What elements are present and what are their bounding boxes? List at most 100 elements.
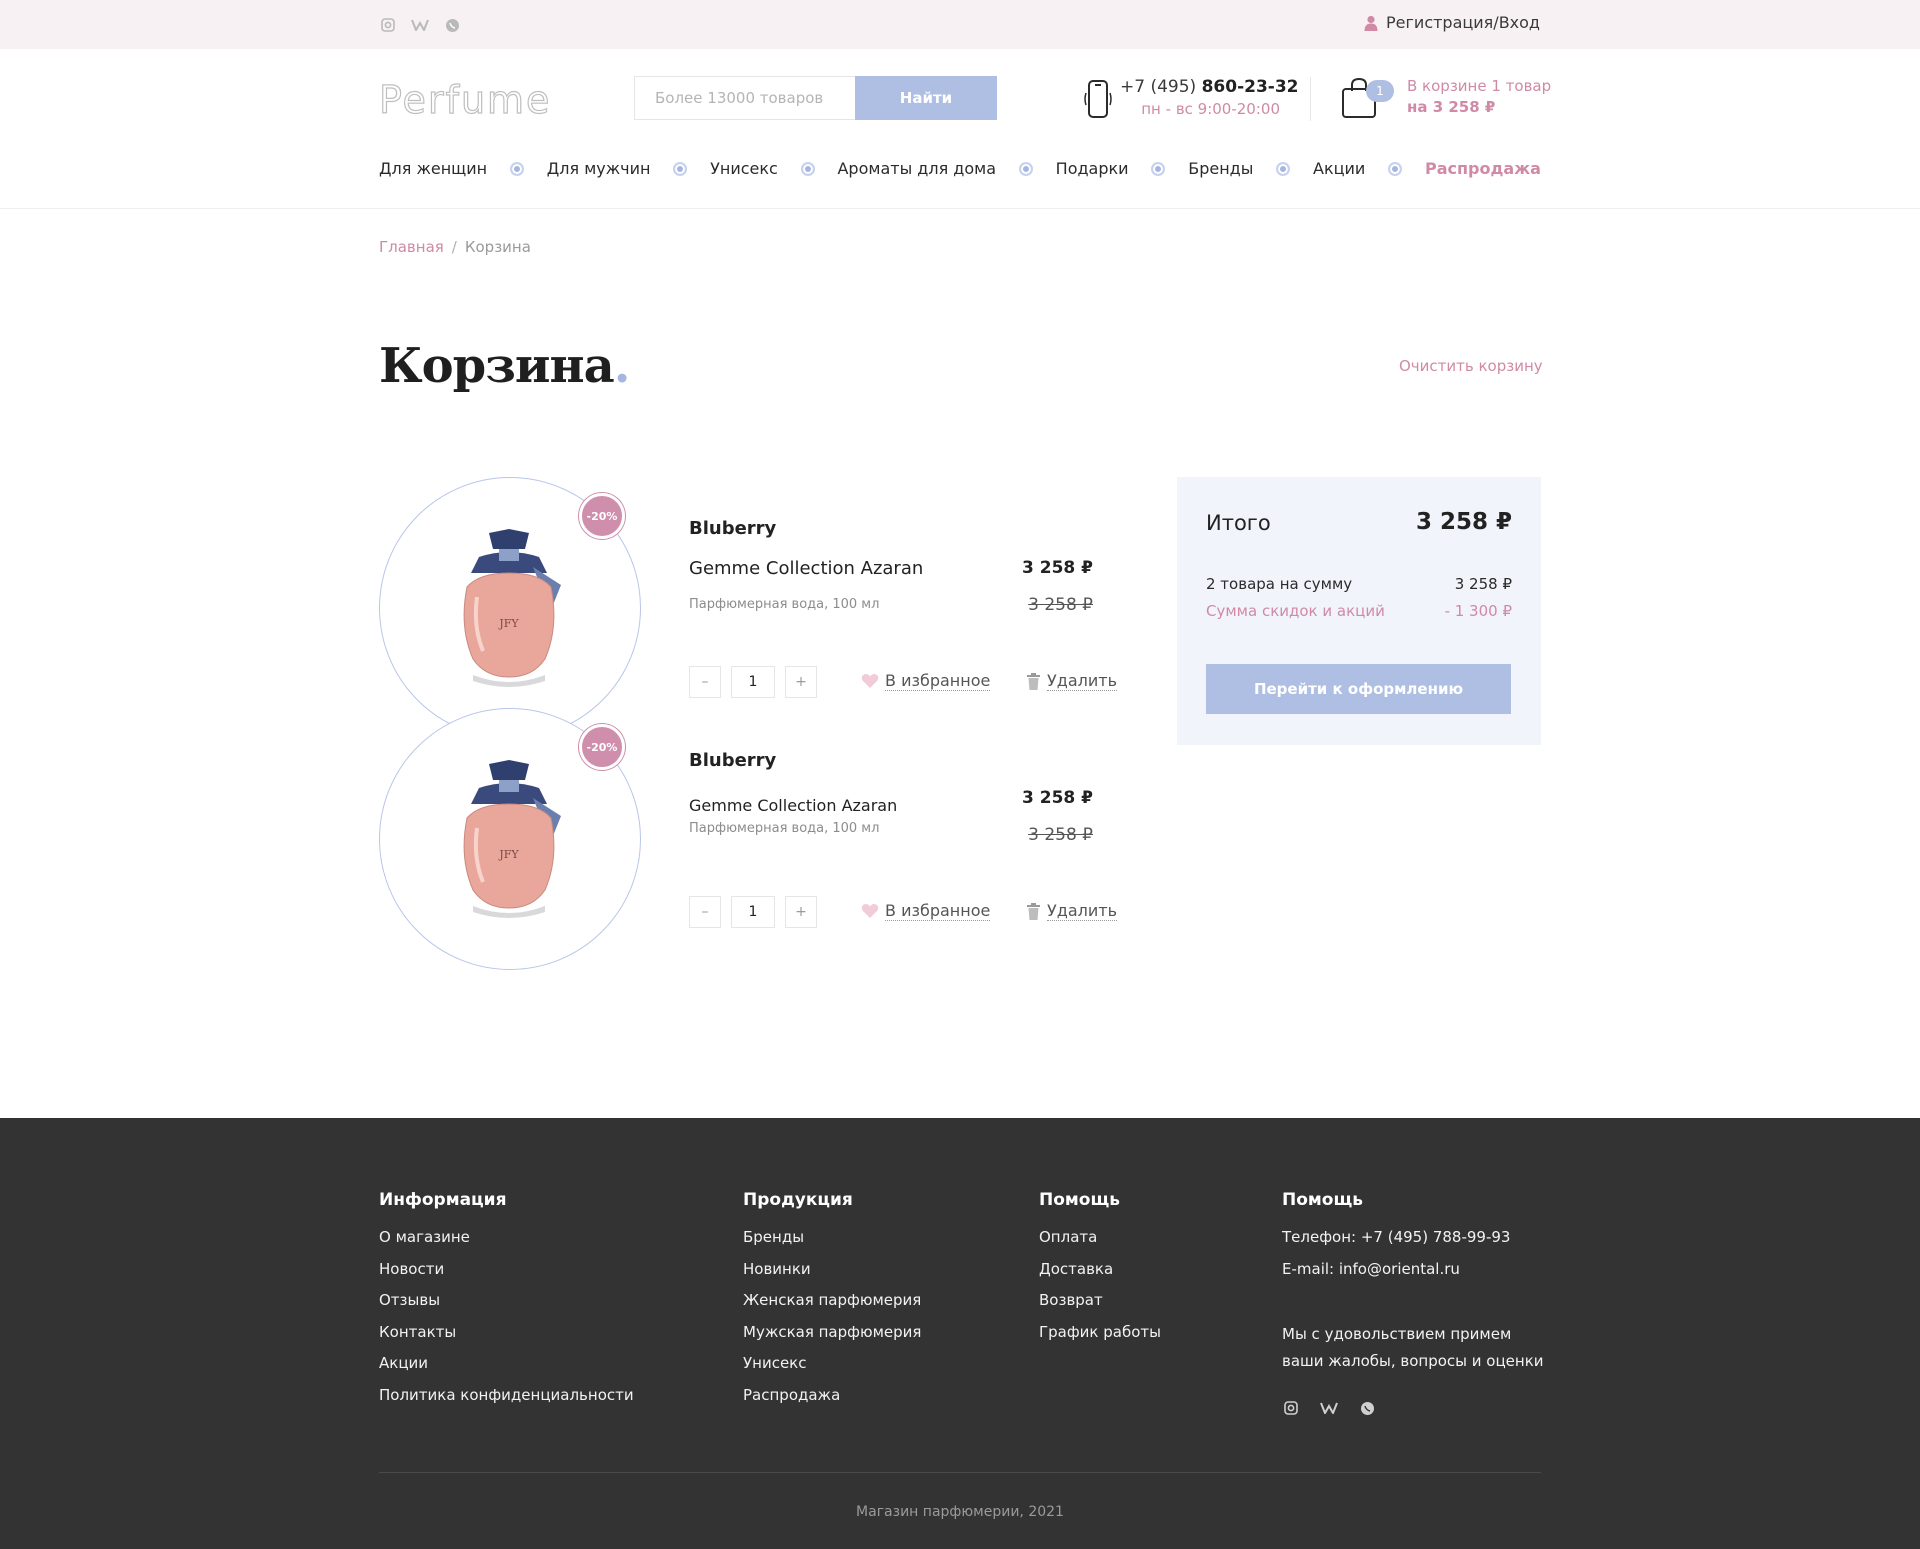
phone-number[interactable]: +7 (495) 860-23-32 bbox=[1120, 77, 1299, 97]
footer-link[interactable]: Отзывы bbox=[379, 1291, 440, 1309]
instagram-icon[interactable] bbox=[1282, 1399, 1300, 1417]
cart-count-badge: 1 bbox=[1366, 80, 1394, 102]
perfume-bottle-image[interactable]: JFY bbox=[449, 527, 571, 689]
nav-item-unisex[interactable]: Унисекс bbox=[710, 159, 778, 178]
vk-icon[interactable] bbox=[1320, 1399, 1338, 1417]
footer-heading: Информация bbox=[379, 1190, 507, 1210]
product-brand[interactable]: Bluberry bbox=[689, 518, 776, 539]
footer-link[interactable]: Оплата bbox=[1039, 1228, 1097, 1246]
footer-link[interactable]: Бренды bbox=[743, 1228, 804, 1246]
perfume-bottle-image[interactable]: JFY bbox=[449, 758, 571, 920]
main-nav: Для женщин Для мужчин Унисекс Ароматы дл… bbox=[379, 159, 1541, 178]
breadcrumb-home[interactable]: Главная bbox=[379, 238, 444, 256]
breadcrumb-current: Корзина bbox=[464, 238, 531, 256]
footer-link[interactable]: Мужская парфюмерия bbox=[743, 1323, 921, 1341]
footer-feedback-note: Мы с удовольствием примем ваши жалобы, в… bbox=[1282, 1325, 1544, 1370]
quantity-increase-button[interactable]: + bbox=[785, 896, 817, 928]
instagram-icon[interactable] bbox=[379, 16, 397, 34]
discount-badge: -20% bbox=[579, 493, 625, 539]
product-name[interactable]: Gemme Collection Azaran bbox=[689, 796, 897, 815]
order-summary: Итого 3 258 ₽ 2 товара на сумму 3 258 ₽ … bbox=[1177, 477, 1541, 745]
login-link[interactable]: Регистрация/Вход bbox=[1364, 13, 1540, 32]
nav-separator-dot bbox=[673, 161, 688, 176]
delete-item-button[interactable]: Удалить bbox=[1026, 901, 1117, 921]
product-description: Парфюмерная вода, 100 мл bbox=[689, 821, 880, 836]
nav-item-promotions[interactable]: Акции bbox=[1313, 159, 1365, 178]
footer-link[interactable]: Акции bbox=[379, 1354, 428, 1372]
footer-email[interactable]: E-mail: info@oriental.ru bbox=[1282, 1260, 1460, 1278]
vk-icon[interactable] bbox=[411, 16, 429, 34]
footer-link[interactable]: Политика конфиденциальности bbox=[379, 1386, 634, 1404]
discount-badge: -20% bbox=[579, 724, 625, 770]
total-label: Итого bbox=[1206, 511, 1271, 535]
search-button[interactable]: Найти bbox=[855, 76, 997, 120]
breadcrumb-separator: / bbox=[451, 238, 457, 256]
quantity-stepper: – + bbox=[689, 666, 817, 698]
footer-link[interactable]: График работы bbox=[1039, 1323, 1161, 1341]
favorites-label: В избранное bbox=[885, 671, 991, 691]
nav-item-gifts[interactable]: Подарки bbox=[1056, 159, 1129, 178]
nav-item-men[interactable]: Для мужчин bbox=[547, 159, 651, 178]
top-bar: Регистрация/Вход bbox=[0, 0, 1920, 49]
footer-link[interactable]: Контакты bbox=[379, 1323, 456, 1341]
footer-link[interactable]: О магазине bbox=[379, 1228, 470, 1246]
whatsapp-icon[interactable] bbox=[443, 16, 461, 34]
add-to-favorites-button[interactable]: В избранное bbox=[861, 671, 991, 691]
footer-link[interactable]: Возврат bbox=[1039, 1291, 1103, 1309]
phone-icon bbox=[1084, 80, 1112, 118]
footer-column-products: Продукция Бренды Новинки Женская парфюме… bbox=[743, 1190, 921, 1411]
nav-separator-dot bbox=[800, 161, 815, 176]
site-footer: Информация О магазине Новости Отзывы Кон… bbox=[0, 1118, 1920, 1549]
work-hours: пн - вс 9:00-20:00 bbox=[1141, 100, 1280, 118]
quantity-input[interactable] bbox=[731, 666, 775, 698]
footer-link[interactable]: Новости bbox=[379, 1260, 444, 1278]
nav-item-women[interactable]: Для женщин bbox=[379, 159, 487, 178]
heart-icon bbox=[861, 674, 879, 688]
footer-column-info: Информация О магазине Новости Отзывы Кон… bbox=[379, 1190, 634, 1411]
footer-link[interactable]: Доставка bbox=[1039, 1260, 1113, 1278]
nav-separator-dot bbox=[1018, 161, 1033, 176]
favorites-label: В избранное bbox=[885, 901, 991, 921]
product-old-price: 3 258 ₽ bbox=[1028, 825, 1093, 845]
delete-item-button[interactable]: Удалить bbox=[1026, 671, 1117, 691]
product-name[interactable]: Gemme Collection Azaran bbox=[689, 558, 923, 579]
quantity-input[interactable] bbox=[731, 896, 775, 928]
items-sum-value: 3 258 ₽ bbox=[1454, 575, 1512, 593]
whatsapp-icon[interactable] bbox=[1358, 1399, 1376, 1417]
total-value: 3 258 ₽ bbox=[1415, 509, 1512, 535]
add-to-favorites-button[interactable]: В избранное bbox=[861, 901, 991, 921]
page-title: Корзина. bbox=[379, 338, 630, 394]
footer-link[interactable]: Унисекс bbox=[743, 1354, 806, 1372]
trash-icon bbox=[1027, 902, 1040, 920]
nav-item-home-scents[interactable]: Ароматы для дома bbox=[837, 159, 996, 178]
discount-value: - 1 300 ₽ bbox=[1444, 602, 1512, 620]
quantity-decrease-button[interactable]: – bbox=[689, 896, 721, 928]
quantity-increase-button[interactable]: + bbox=[785, 666, 817, 698]
trash-icon bbox=[1027, 672, 1040, 690]
logo[interactable]: Perfume bbox=[378, 77, 550, 123]
heart-icon bbox=[861, 904, 879, 918]
footer-social-links bbox=[1282, 1399, 1376, 1417]
breadcrumb: Главная / Корзина bbox=[379, 238, 531, 256]
search-input[interactable] bbox=[634, 76, 855, 120]
cart-item: JFY -20% Bluberry Gemme Collection Azara… bbox=[379, 477, 1119, 739]
footer-phone[interactable]: Телефон: +7 (495) 788-99-93 bbox=[1282, 1228, 1510, 1246]
quantity-stepper: – + bbox=[689, 896, 817, 928]
cart-summary[interactable]: В корзине 1 товар на 3 258 ₽ bbox=[1407, 77, 1551, 116]
clear-cart-button[interactable]: Очистить корзину bbox=[1399, 357, 1543, 375]
product-price: 3 258 ₽ bbox=[1022, 788, 1093, 808]
product-brand[interactable]: Bluberry bbox=[689, 750, 776, 771]
nav-item-sale[interactable]: Распродажа bbox=[1425, 159, 1541, 178]
delete-label: Удалить bbox=[1047, 901, 1117, 921]
footer-column-help: Помощь Оплата Доставка Возврат График ра… bbox=[1039, 1190, 1161, 1348]
nav-separator-dot bbox=[1276, 161, 1291, 176]
quantity-decrease-button[interactable]: – bbox=[689, 666, 721, 698]
footer-divider bbox=[379, 1472, 1541, 1473]
checkout-button[interactable]: Перейти к оформлению bbox=[1206, 664, 1511, 714]
footer-link[interactable]: Распродажа bbox=[743, 1386, 840, 1404]
footer-column-contacts: Помощь Телефон: +7 (495) 788-99-93 E-mai… bbox=[1282, 1190, 1552, 1375]
nav-item-brands[interactable]: Бренды bbox=[1188, 159, 1253, 178]
footer-link[interactable]: Женская парфюмерия bbox=[743, 1291, 921, 1309]
user-icon bbox=[1364, 15, 1378, 31]
footer-link[interactable]: Новинки bbox=[743, 1260, 811, 1278]
